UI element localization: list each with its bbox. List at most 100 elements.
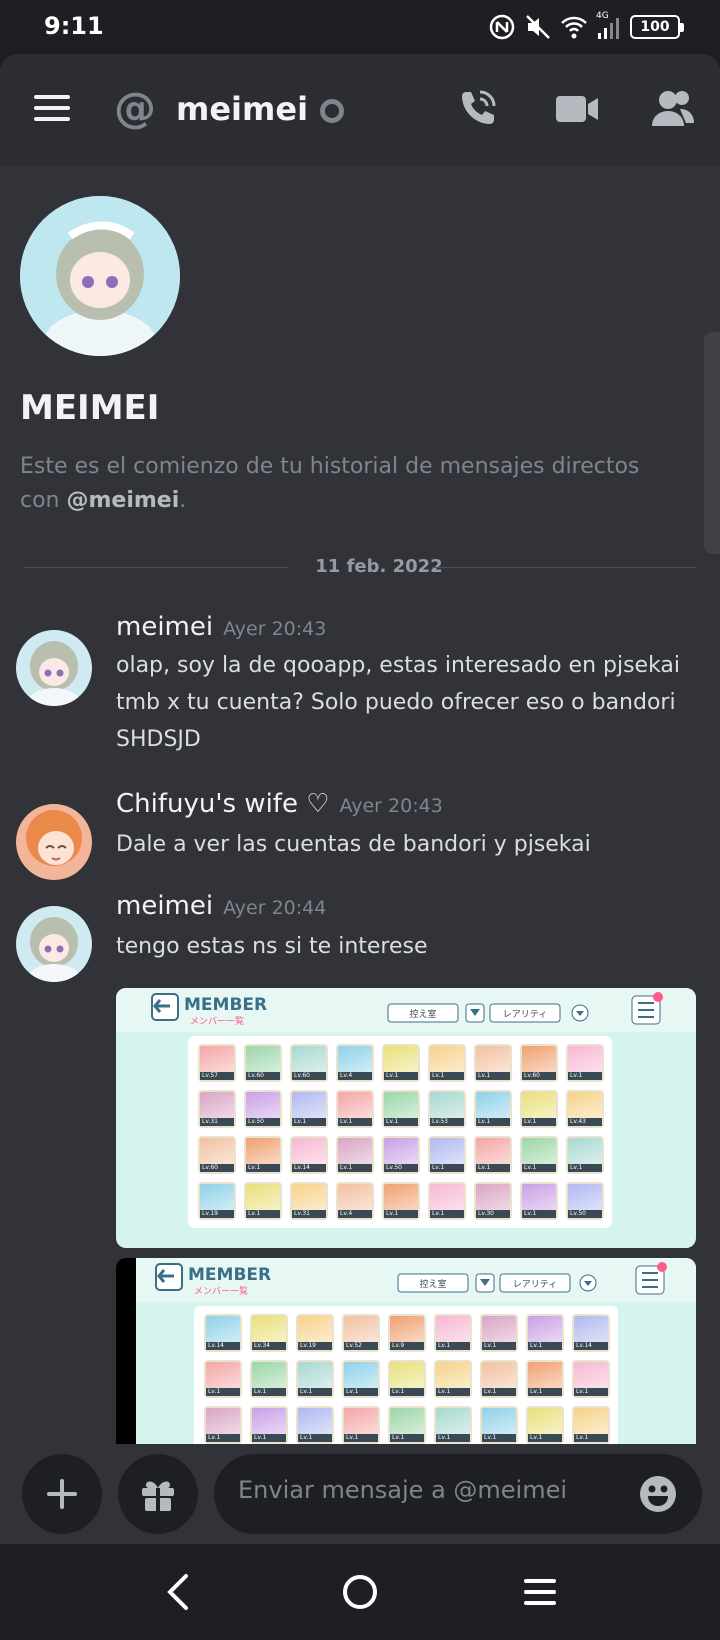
member-card: Lv.1 <box>566 1044 604 1082</box>
member-card-level: Lv.1 <box>344 1434 378 1442</box>
author-name[interactable]: Chifuyu's wife ♡ <box>116 789 330 819</box>
member-card-level: Lv.1 <box>568 1164 602 1172</box>
member-card-level: Lv.1 <box>384 1072 418 1080</box>
add-attachment-button[interactable] <box>22 1454 102 1534</box>
member-card: Lv.1 <box>566 1136 604 1174</box>
message-avatar-meimei[interactable] <box>16 906 92 982</box>
member-card: Lv.1 <box>474 1090 512 1128</box>
scrollbar[interactable] <box>704 332 720 554</box>
member-card-level: Lv.50 <box>384 1164 418 1172</box>
plus-icon <box>47 1479 77 1509</box>
member-card-level: Lv.14 <box>206 1342 240 1350</box>
member-card: Lv.1 <box>244 1182 282 1220</box>
image-attachment[interactable]: MEMBER メンバー一覧 控え室 レアリティ Lv.14 Lv.34 Lv.19 L… <box>116 1258 696 1444</box>
member-card-level: Lv.1 <box>344 1388 378 1396</box>
member-card-level: Lv.60 <box>246 1072 280 1080</box>
battery-icon: 100 <box>630 15 684 39</box>
member-card-level: Lv.31 <box>292 1210 326 1218</box>
message-input[interactable]: Enviar mensaje a @meimei <box>214 1454 702 1534</box>
member-card: Lv.1 <box>526 1360 564 1398</box>
intro-title: MEIMEI <box>20 388 160 428</box>
member-card-level: Lv.1 <box>528 1388 562 1396</box>
game-button-1: 控え室 <box>409 1008 436 1020</box>
member-card-level: Lv.1 <box>522 1210 556 1218</box>
member-card: Lv.53 <box>428 1090 466 1128</box>
member-card: Lv.60 <box>290 1044 328 1082</box>
member-card: Lv.1 <box>480 1406 518 1444</box>
member-card-level: Lv.1 <box>390 1434 424 1442</box>
header-username[interactable]: meimei <box>176 86 308 132</box>
member-card-level: Lv.60 <box>292 1072 326 1080</box>
message-avatar-chifuyu[interactable] <box>16 804 92 880</box>
member-card: Lv.1 <box>474 1044 512 1082</box>
member-card: Lv.50 <box>382 1136 420 1174</box>
member-card-grid: Lv.57 Lv.60 Lv.60 Lv.4 Lv.1 Lv.1 Lv.1 Lv.60 Lv.1… <box>188 1036 612 1228</box>
members-icon[interactable] <box>648 84 698 134</box>
member-card: Lv.1 <box>204 1406 242 1444</box>
member-card: Lv.1 <box>572 1406 610 1444</box>
member-card-level: Lv.1 <box>206 1388 240 1396</box>
back-icon[interactable] <box>158 1570 202 1614</box>
member-card-level: Lv.53 <box>430 1118 464 1126</box>
member-card-level: Lv.31 <box>200 1118 234 1126</box>
member-card: Lv.1 <box>428 1136 466 1174</box>
member-card-level: Lv.9 <box>390 1342 424 1350</box>
member-card: Lv.1 <box>250 1406 288 1444</box>
member-card-level: Lv.1 <box>522 1118 556 1126</box>
channel-header: @ meimei <box>0 54 720 166</box>
message-timestamp: Ayer 20:43 <box>339 795 443 817</box>
system-nav-bar <box>0 1544 720 1640</box>
member-card-level: Lv.1 <box>338 1118 372 1126</box>
member-card: Lv.1 <box>336 1090 374 1128</box>
member-card-level: Lv.1 <box>528 1434 562 1442</box>
date-divider: 11 feb. 2022 <box>24 552 696 582</box>
member-card-level: Lv.57 <box>200 1072 234 1080</box>
member-card-level: Lv.1 <box>476 1072 510 1080</box>
menu-icon[interactable] <box>34 92 74 124</box>
member-card-level: Lv.60 <box>522 1072 556 1080</box>
message-text: Dale a ver las cuentas de bandori y pjse… <box>116 832 591 857</box>
message-author[interactable]: meimei Ayer 20:43 <box>116 610 326 646</box>
gift-button[interactable] <box>118 1454 198 1534</box>
message-author[interactable]: Chifuyu's wife ♡ Ayer 20:43 <box>116 787 443 823</box>
member-card: Lv.19 <box>296 1314 334 1352</box>
message-avatar-meimei[interactable] <box>16 630 92 706</box>
image-attachment[interactable]: MEMBER メンバー一覧 控え室 レアリティ Lv.57 Lv.60 Lv.60 L… <box>116 988 696 1248</box>
recents-icon[interactable] <box>518 1570 562 1614</box>
divider-line-right <box>432 567 696 568</box>
member-card: Lv.1 <box>520 1090 558 1128</box>
author-name[interactable]: meimei <box>116 612 213 642</box>
member-card: Lv.1 <box>388 1406 426 1444</box>
mute-icon <box>526 15 550 39</box>
message-author[interactable]: meimei Ayer 20:44 <box>116 889 326 925</box>
phone-call-icon[interactable] <box>452 84 502 134</box>
member-card-level: Lv.50 <box>568 1210 602 1218</box>
member-card-level: Lv.43 <box>568 1118 602 1126</box>
member-card: Lv.1 <box>526 1406 564 1444</box>
emoji-icon[interactable] <box>638 1474 678 1514</box>
game-title: MEMBER <box>188 1265 271 1285</box>
game-button-2: レアリティ <box>503 1009 547 1020</box>
game-title: MEMBER <box>184 995 267 1015</box>
member-card: Lv.1 <box>434 1406 472 1444</box>
member-card: Lv.60 <box>244 1044 282 1082</box>
member-card-level: Lv.1 <box>390 1388 424 1396</box>
member-card: Lv.1 <box>520 1136 558 1174</box>
member-card: Lv.19 <box>198 1182 236 1220</box>
member-card: Lv.1 <box>204 1360 242 1398</box>
member-card-level: Lv.4 <box>338 1072 372 1080</box>
game-button-1: 控え室 <box>419 1278 446 1290</box>
at-icon: @ <box>114 83 156 132</box>
member-card-level: Lv.1 <box>252 1434 286 1442</box>
member-card: Lv.1 <box>474 1136 512 1174</box>
member-card: Lv.50 <box>566 1182 604 1220</box>
app-window: @ meimei MEIMEI Este es el comienzo de t… <box>0 54 720 1544</box>
member-card-level: Lv.1 <box>568 1072 602 1080</box>
member-card: Lv.34 <box>250 1314 288 1352</box>
member-card: Lv.1 <box>342 1360 380 1398</box>
home-icon[interactable] <box>338 1570 382 1614</box>
intro-mention[interactable]: @meimei <box>67 488 180 513</box>
author-name[interactable]: meimei <box>116 891 213 921</box>
video-camera-icon[interactable] <box>552 84 602 134</box>
member-card: Lv.60 <box>198 1136 236 1174</box>
